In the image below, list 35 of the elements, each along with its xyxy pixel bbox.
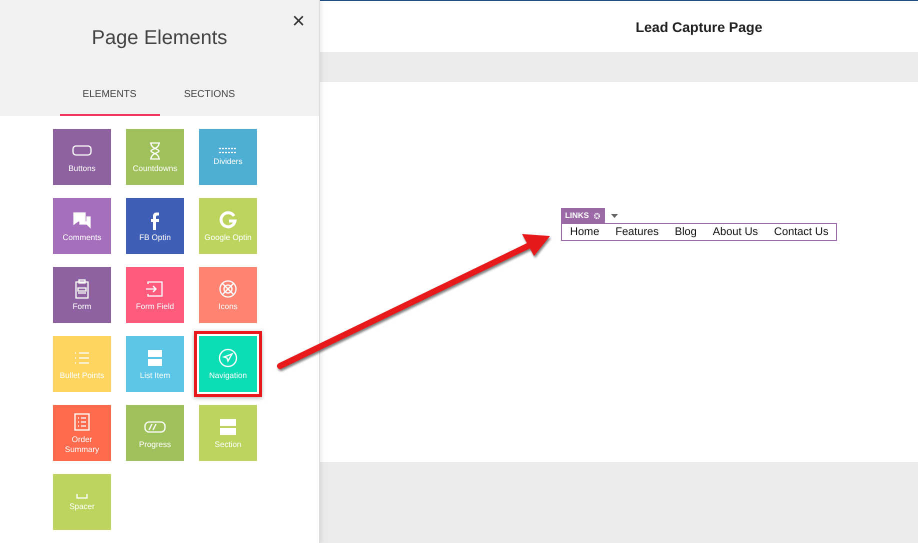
tile-label: Spacer <box>69 502 95 512</box>
nav-link[interactable]: Contact Us <box>766 226 836 238</box>
element-tag[interactable]: LINKS <box>561 208 605 223</box>
tile-label: Countdowns <box>132 164 178 174</box>
section-blocks-icon <box>217 416 239 436</box>
panel-title: Page Elements <box>92 27 228 50</box>
chat-bubbles-icon <box>71 210 93 230</box>
nav-link[interactable]: About Us <box>704 226 766 238</box>
tile-label: Section <box>214 440 242 450</box>
tile-label: Buttons <box>68 164 96 174</box>
tile-label: Order Summary <box>64 434 100 454</box>
panel-tab[interactable]: ELEMENTS <box>60 83 160 116</box>
tile-label: Navigation <box>209 370 247 380</box>
tile-label: Progress <box>138 440 171 450</box>
tile-label: FB Optin <box>139 232 171 242</box>
tile-label: Bullet Points <box>60 370 104 380</box>
circle-cross-icon <box>217 278 239 298</box>
divider-lines-icon <box>218 147 238 154</box>
panel-tab[interactable]: SECTIONS <box>160 83 260 116</box>
spacer-bracket-icon <box>76 492 88 498</box>
tile-label: Google Optin <box>204 232 252 242</box>
letter-g-icon <box>217 210 239 230</box>
tile-label: Dividers <box>214 157 242 167</box>
tile-label: Comments <box>62 232 102 242</box>
tile-label: Form Field <box>136 302 174 312</box>
gear-icon <box>593 212 601 220</box>
nav-link[interactable]: Features <box>607 226 667 238</box>
tile-label: List Item <box>140 370 170 380</box>
tile-label: Icons <box>218 302 238 312</box>
caret-icon[interactable] <box>611 214 618 218</box>
close-button[interactable]: × <box>288 8 309 34</box>
nav-link[interactable]: Blog <box>666 226 705 238</box>
tile-label: Form <box>72 302 92 312</box>
nav-link[interactable]: Home <box>562 226 608 238</box>
page-title: Lead Capture Page <box>636 18 762 34</box>
